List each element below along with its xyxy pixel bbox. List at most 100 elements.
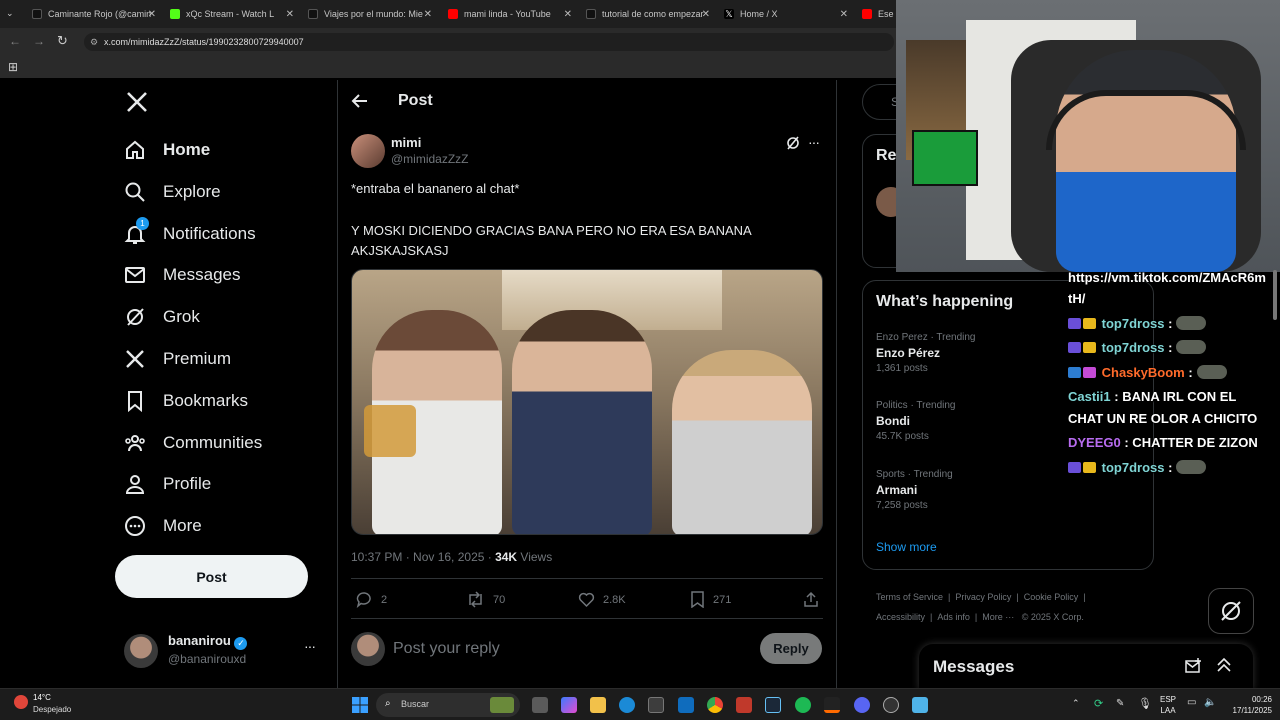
sidebar-item-home[interactable]: Home (124, 132, 210, 168)
file-explorer-icon[interactable] (590, 697, 606, 713)
tab-list-chevron-icon[interactable]: ⌄ (6, 8, 14, 19)
account-more-icon[interactable]: ··· (304, 638, 316, 654)
network-icon[interactable]: ▭ (1187, 697, 1196, 708)
show-more-link[interactable]: Show more (876, 540, 937, 554)
reply-input[interactable]: Post your reply (393, 640, 743, 658)
back-arrow-icon[interactable] (351, 92, 369, 115)
expand-chevrons-icon[interactable] (1216, 656, 1232, 679)
messages-drawer[interactable]: Messages (919, 644, 1253, 690)
recording-app-icon[interactable] (736, 697, 752, 713)
like-action[interactable]: 2.8K (578, 591, 626, 608)
footer-link[interactable]: Cookie Policy (1024, 592, 1079, 602)
sidebar-item-label: Communities (163, 433, 263, 452)
envelope-icon (124, 264, 146, 286)
chat-username[interactable]: top7dross (1102, 460, 1165, 475)
sidebar-item-profile[interactable]: Profile (124, 466, 211, 502)
sidebar-item-explore[interactable]: Explore (124, 174, 221, 210)
sync-icon[interactable]: ⟳ (1094, 697, 1103, 710)
volume-icon[interactable]: 🔈 (1204, 697, 1216, 708)
browser-tab[interactable]: tutorial de como empezar ✕ (586, 4, 710, 24)
author-avatar[interactable] (351, 134, 385, 168)
bookmark-action[interactable]: 271 (690, 591, 731, 608)
outlook-icon[interactable] (678, 697, 694, 713)
post-text-line2: Y MOSKI DICIENDO GRACIAS BANA PERO NO ER… (351, 223, 751, 258)
apps-grid-icon[interactable]: ⊞ (8, 60, 18, 74)
back-icon[interactable]: ← (9, 34, 21, 48)
spotify-icon[interactable] (795, 697, 811, 713)
close-tab-icon[interactable]: ✕ (424, 9, 432, 20)
sidebar-item-grok[interactable]: Grok (124, 299, 200, 335)
scrollbar[interactable] (1273, 270, 1277, 320)
browser-tab-active[interactable]: 𝕏 Home / X ✕ (724, 4, 848, 24)
browser-tab[interactable]: xQc Stream - Watch L ✕ (170, 4, 294, 24)
footer-link[interactable]: Terms of Service (876, 592, 943, 602)
browser-tab[interactable]: Ese c (862, 4, 900, 24)
close-tab-icon[interactable]: ✕ (702, 9, 710, 20)
store-icon[interactable] (648, 697, 664, 713)
discord-icon[interactable] (854, 697, 870, 713)
task-view-icon[interactable] (532, 697, 548, 713)
reload-icon[interactable]: ↻ (57, 33, 68, 49)
chrome-icon[interactable] (707, 697, 723, 713)
share-action[interactable] (803, 591, 827, 608)
post-button[interactable]: Post (115, 555, 308, 598)
sidebar-item-notifications[interactable]: 1 Notifications (124, 216, 256, 252)
footer-link[interactable]: Ads info (937, 612, 970, 622)
browser-tab[interactable]: Caminante Rojo (@camin ✕ (32, 4, 156, 24)
chat-username[interactable]: Castii1 (1068, 389, 1111, 404)
grok-fab-button[interactable] (1208, 588, 1254, 634)
browser-tab[interactable]: mami linda - YouTube ✕ (448, 4, 572, 24)
obs-icon[interactable] (883, 697, 899, 713)
taskbar-search[interactable]: ⌕ Buscar (376, 693, 520, 717)
author-name[interactable]: mimi (391, 135, 421, 150)
close-tab-icon[interactable]: ✕ (286, 9, 294, 20)
edge-icon[interactable] (619, 697, 635, 713)
chat-username[interactable]: DYEEG0 (1068, 435, 1121, 450)
youtube-icon (448, 9, 458, 19)
author-handle[interactable]: @mimidazZzZ (391, 152, 469, 166)
repost-action[interactable]: 70 (466, 591, 505, 608)
clock[interactable]: 00:26 17/11/2025 (1220, 694, 1272, 716)
chat-text: https://vm.tiktok.com/ZMAcR6m (1068, 270, 1266, 285)
reply-button[interactable]: Reply (760, 633, 822, 664)
url-input[interactable]: ⚙ x.com/mimidazZzZ/status/19902328007299… (84, 33, 894, 51)
copilot-icon[interactable] (561, 697, 577, 713)
post-more-icon[interactable]: ··· (808, 134, 820, 150)
sidebar-item-bookmarks[interactable]: Bookmarks (124, 383, 248, 419)
grok-explain-icon[interactable] (786, 136, 800, 155)
close-tab-icon[interactable]: ✕ (564, 9, 572, 20)
sidebar-item-premium[interactable]: Premium (124, 341, 231, 377)
sidebar-item-label: Messages (163, 265, 241, 284)
start-button[interactable] (352, 697, 368, 713)
footer-link[interactable]: More ··· (982, 612, 1014, 622)
site-info-icon[interactable]: ⚙ (90, 33, 98, 51)
browser-tab[interactable]: Viajes por el mundo: Mie ✕ (308, 4, 432, 24)
reply-action[interactable]: 2 (356, 591, 387, 608)
chat-username[interactable]: top7dross (1102, 340, 1165, 355)
sidebar-item-messages[interactable]: Messages (124, 257, 240, 293)
account-switcher[interactable]: bananirou ✓ @bananirouxd ··· (124, 632, 324, 668)
footer-link[interactable]: Privacy Policy (955, 592, 1011, 602)
x-logo-icon[interactable] (125, 90, 151, 116)
post-timestamp[interactable]: 10:37 PM · Nov 16, 2025 · (351, 550, 495, 564)
chat-username[interactable]: top7dross (1102, 316, 1165, 331)
footer-link[interactable]: Accessibility (876, 612, 925, 622)
weather-widget[interactable]: 14°C Despejado (14, 693, 94, 717)
notepad-icon[interactable] (912, 697, 928, 713)
microphone-icon[interactable]: 🎙 (1138, 697, 1152, 710)
tray-app-icon[interactable]: ✎ (1116, 698, 1124, 709)
close-tab-icon[interactable]: ✕ (840, 9, 848, 20)
forward-icon[interactable]: → (33, 34, 45, 48)
new-message-icon[interactable] (1185, 657, 1203, 680)
sidebar-item-more[interactable]: More (124, 508, 202, 544)
post-media-image[interactable] (351, 269, 823, 535)
trend-item[interactable]: Sports · Trending Armani 7,258 posts (876, 469, 1136, 511)
show-hidden-icons-chevron-icon[interactable]: ⌃ (1072, 698, 1080, 709)
close-tab-icon[interactable]: ✕ (148, 9, 156, 20)
language-indicator[interactable]: ESP LAA (1160, 694, 1176, 716)
chat-message: Castii1 : BANA IRL CON EL (1068, 389, 1236, 404)
chat-username[interactable]: ChaskyBoom (1102, 365, 1185, 380)
steam-icon[interactable] (765, 697, 781, 713)
vegas-icon[interactable] (824, 697, 840, 713)
sidebar-item-communities[interactable]: Communities (124, 425, 262, 461)
